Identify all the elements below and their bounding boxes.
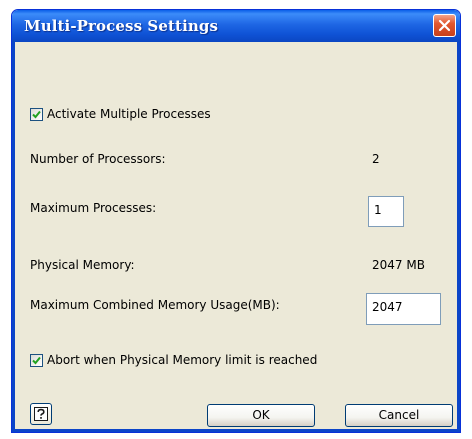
- activate-multiple-processes-label[interactable]: Activate Multiple Processes: [47, 107, 211, 121]
- help-icon: [34, 407, 48, 421]
- number-of-processors-value: 2: [372, 152, 380, 166]
- checkmark-icon: [32, 110, 41, 119]
- abort-on-memory-limit-checkbox[interactable]: [30, 354, 43, 367]
- maximum-combined-memory-input[interactable]: 2047: [366, 293, 441, 325]
- number-of-processors-label: Number of Processors:: [30, 152, 166, 166]
- dialog-title: Multi-Process Settings: [24, 17, 219, 35]
- physical-memory-value: 2047 MB: [372, 258, 425, 272]
- checkmark-icon: [32, 356, 41, 365]
- ok-button[interactable]: OK: [207, 404, 315, 427]
- close-icon: [438, 19, 451, 32]
- close-button[interactable]: [433, 14, 456, 37]
- multi-process-settings-dialog: Multi-Process Settings Activate Multiple…: [11, 9, 461, 433]
- dialog-body: Activate Multiple Processes Number of Pr…: [12, 42, 460, 432]
- maximum-combined-memory-label: Maximum Combined Memory Usage(MB):: [30, 298, 280, 312]
- help-button[interactable]: [30, 403, 52, 425]
- maximum-processes-label: Maximum Processes:: [30, 201, 157, 215]
- title-bar[interactable]: Multi-Process Settings: [12, 10, 460, 42]
- physical-memory-label: Physical Memory:: [30, 258, 135, 272]
- activate-multiple-processes-checkbox[interactable]: [30, 108, 43, 121]
- maximum-processes-input[interactable]: 1: [368, 196, 404, 227]
- cancel-button[interactable]: Cancel: [345, 404, 453, 427]
- abort-on-memory-limit-label[interactable]: Abort when Physical Memory limit is reac…: [47, 353, 317, 367]
